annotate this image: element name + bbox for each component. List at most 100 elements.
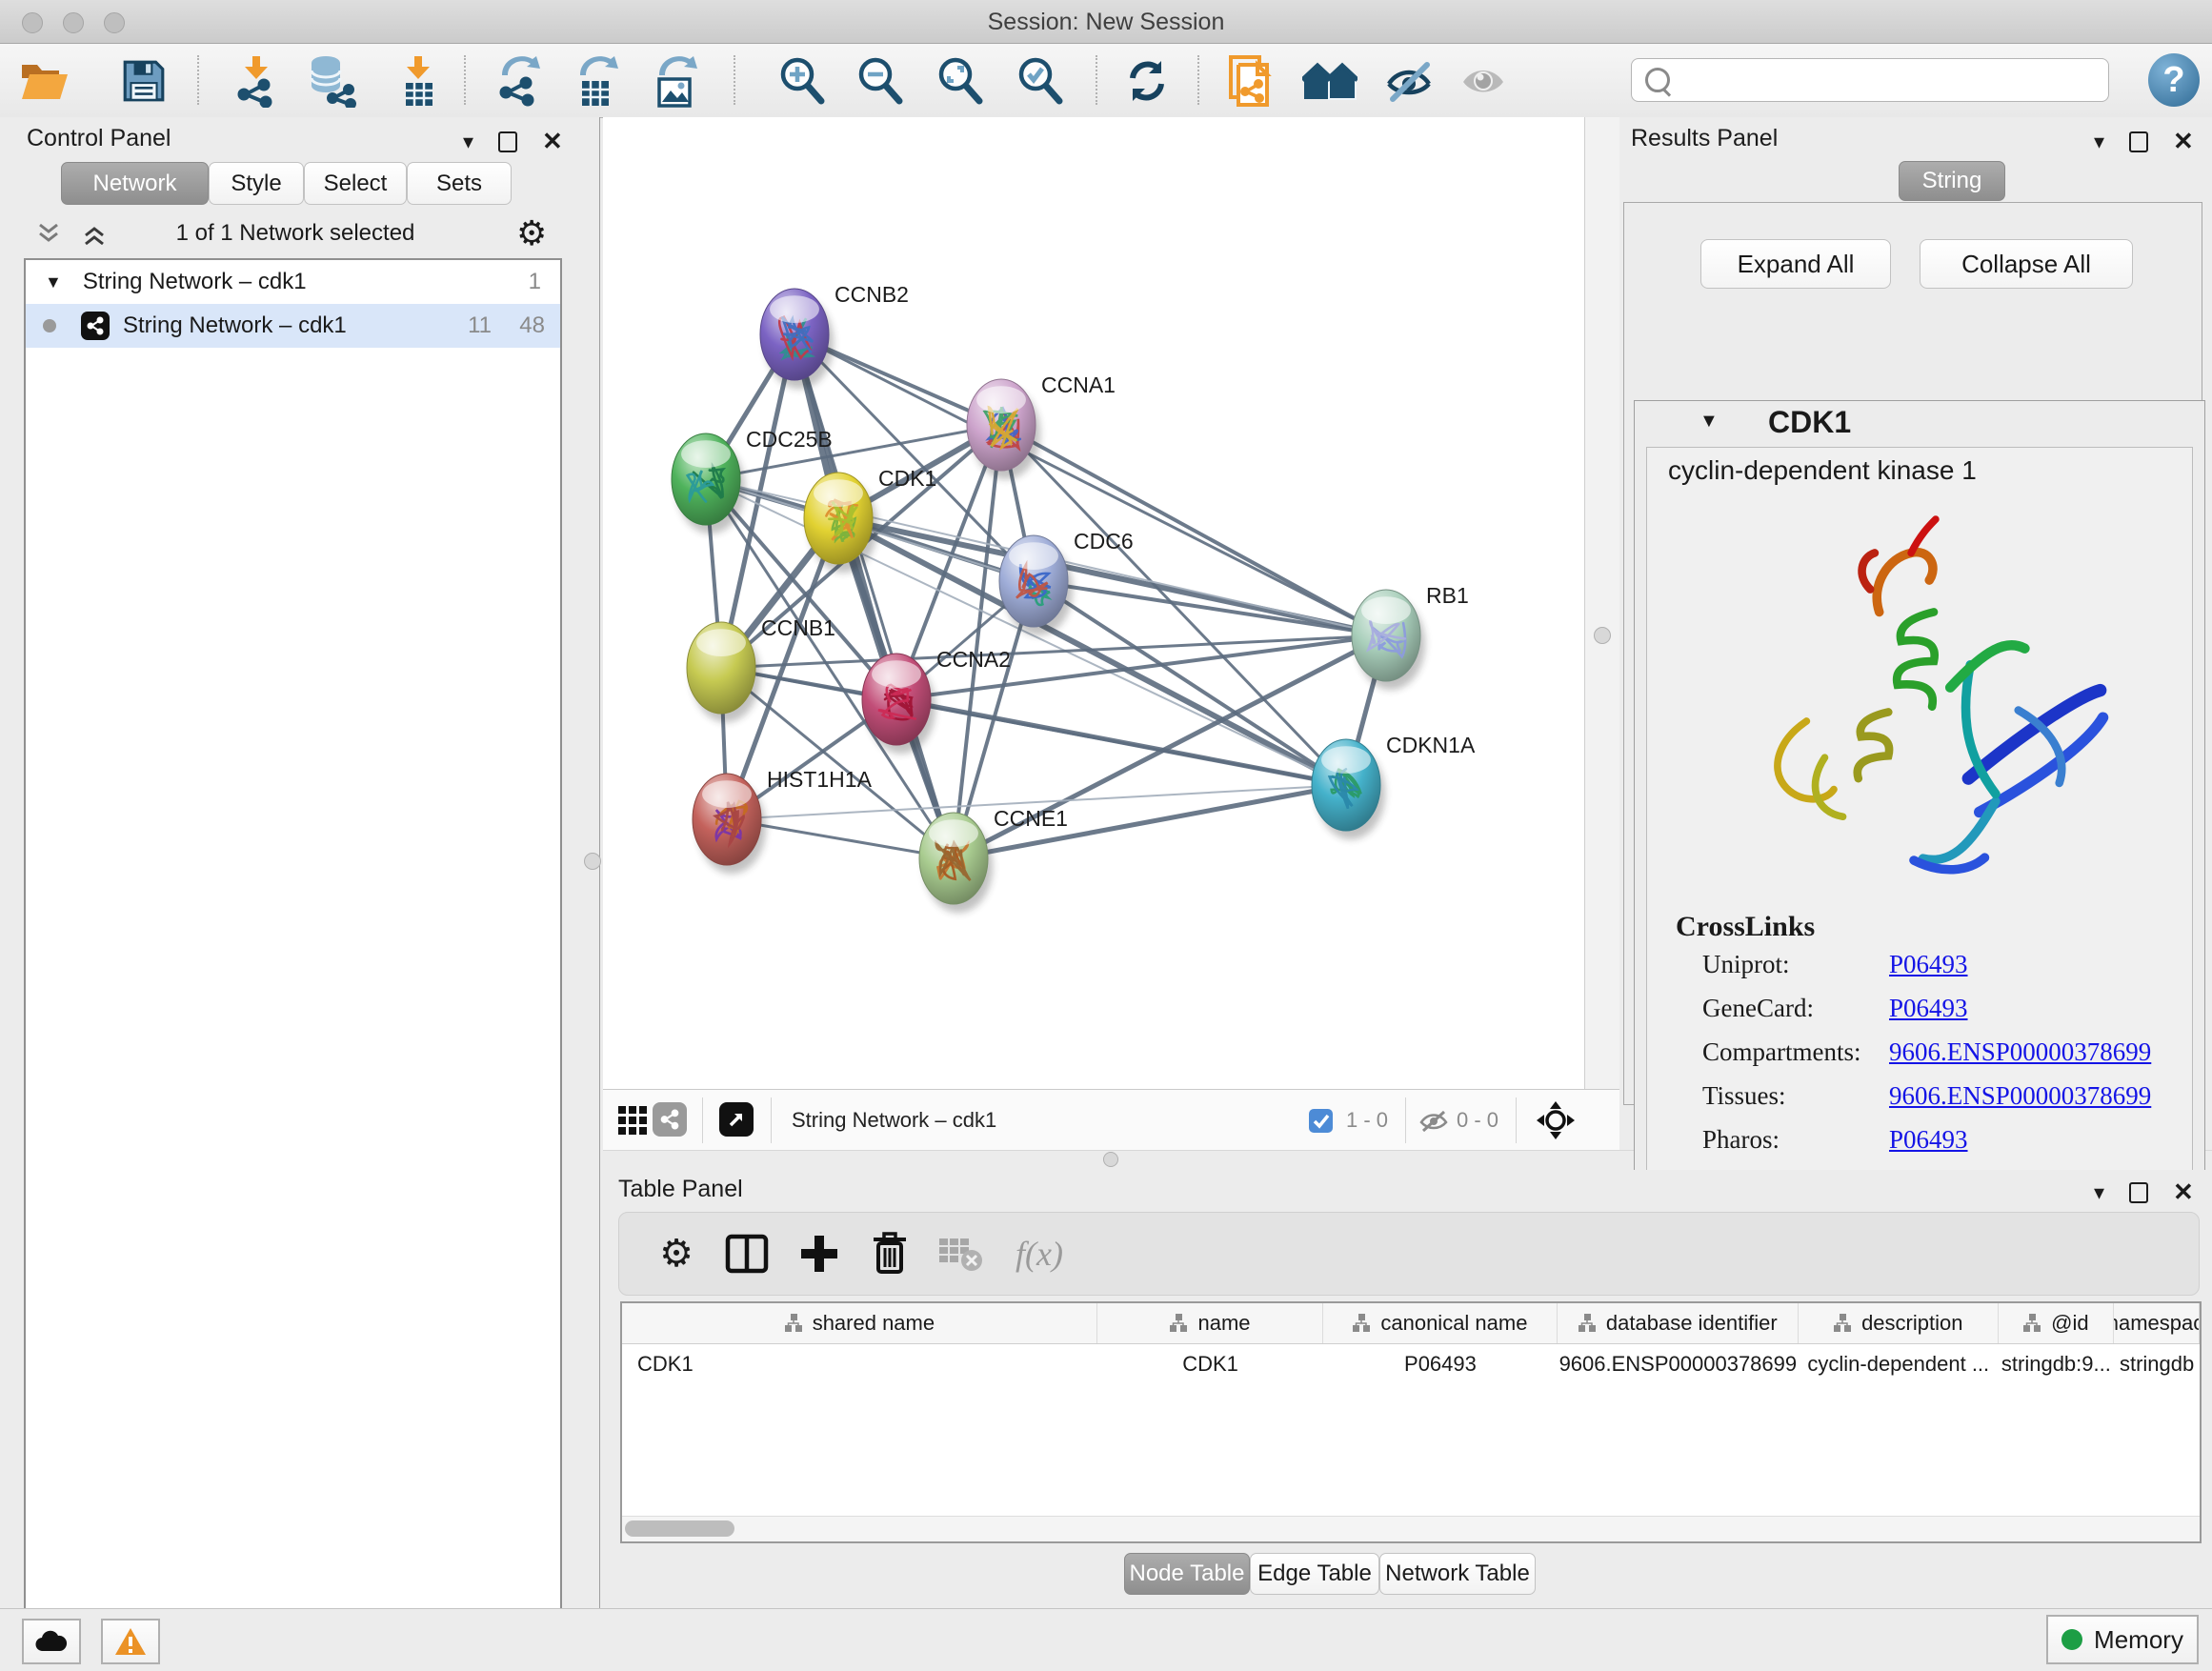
table-panel: Table Panel ▾ ✕ ⚙ f(x) shared namenameca… <box>603 1170 2212 1608</box>
tab-edge-table[interactable]: Edge Table <box>1250 1553 1379 1595</box>
column-header--id[interactable]: @id <box>1999 1303 2115 1343</box>
panel-maximize-icon[interactable] <box>2129 1182 2148 1203</box>
tab-network-table[interactable]: Network Table <box>1379 1553 1536 1595</box>
first-neighbors-icon[interactable] <box>1302 53 1357 109</box>
import-network-file-icon[interactable] <box>229 53 284 109</box>
panel-maximize-icon[interactable] <box>2129 131 2148 152</box>
expand-all-button[interactable]: Expand All <box>1700 239 1891 289</box>
memory-button[interactable]: Memory <box>2046 1615 2199 1664</box>
expand-all-icon[interactable] <box>82 222 107 247</box>
network-node-CCNA1[interactable]: CCNA1 <box>967 372 1116 479</box>
table-cell[interactable]: CDK1 <box>1097 1344 1323 1384</box>
save-session-icon[interactable] <box>116 53 171 109</box>
panel-maximize-icon[interactable] <box>498 131 517 152</box>
column-header-database-identifier[interactable]: database identifier <box>1558 1303 1799 1343</box>
column-header-namespace[interactable]: namespace <box>2114 1303 2200 1343</box>
function-builder-icon[interactable]: f(x) <box>996 1213 1082 1295</box>
tab-select[interactable]: Select <box>304 162 407 205</box>
network-options-gear-icon[interactable]: ⚙ <box>516 214 547 253</box>
open-session-icon[interactable] <box>16 53 71 109</box>
column-header-description[interactable]: description <box>1799 1303 1999 1343</box>
zoom-selected-icon[interactable] <box>1013 53 1068 109</box>
network-node-CCNB1[interactable]: CCNB1 <box>687 615 835 722</box>
column-header-name[interactable]: name <box>1097 1303 1323 1343</box>
table-row[interactable]: CDK1CDK1P064939606.ENSP00000378699cyclin… <box>622 1344 2200 1384</box>
export-table-icon[interactable] <box>569 53 624 109</box>
delete-column-trash-icon[interactable] <box>861 1213 918 1295</box>
tab-node-table[interactable]: Node Table <box>1124 1553 1250 1595</box>
network-node-CDC6[interactable]: CDC6 <box>999 529 1134 635</box>
zoom-fit-icon[interactable] <box>933 53 988 109</box>
grid-view-icon[interactable] <box>616 1104 649 1141</box>
create-column-icon[interactable] <box>791 1213 848 1295</box>
network-edge[interactable] <box>721 635 1386 668</box>
table-cell[interactable]: stringdb:9... <box>1999 1344 2115 1384</box>
table-cell[interactable]: 9606.ENSP00000378699 <box>1558 1344 1799 1384</box>
search-input[interactable] <box>1678 67 2108 93</box>
panel-close-icon[interactable]: ✕ <box>2173 1178 2194 1207</box>
new-network-from-selection-icon[interactable] <box>1221 53 1277 109</box>
network-node-CCNE1[interactable]: CCNE1 <box>919 806 1068 913</box>
export-image-icon[interactable] <box>648 53 703 109</box>
crosslink-link[interactable]: 9606.ENSP00000378699 <box>1889 1037 2151 1066</box>
panel-float-icon[interactable]: ▾ <box>2094 1180 2104 1205</box>
network-node-RB1[interactable]: RB1 <box>1352 583 1469 690</box>
string-view-icon[interactable] <box>653 1102 687 1137</box>
selected-checkbox-icon[interactable] <box>1308 1108 1334 1138</box>
table-cell[interactable]: P06493 <box>1323 1344 1557 1384</box>
export-network-icon[interactable] <box>491 53 546 109</box>
crosslink-link[interactable]: P06493 <box>1889 950 1968 978</box>
network-collection-row[interactable]: ▼ String Network – cdk1 1 <box>26 260 560 304</box>
node-label: RB1 <box>1426 583 1469 608</box>
panel-close-icon[interactable]: ✕ <box>542 127 563 156</box>
collapse-all-button[interactable]: Collapse All <box>1920 239 2133 289</box>
table-cell[interactable]: cyclin-dependent ... <box>1799 1344 1998 1384</box>
table-cell[interactable]: CDK1 <box>622 1344 1097 1384</box>
right-splitter-handle[interactable] <box>1594 627 1611 644</box>
collapse-all-icon[interactable] <box>36 222 61 247</box>
tab-string[interactable]: String <box>1899 161 2005 201</box>
network-node-CDKN1A[interactable]: CDKN1A <box>1312 733 1476 839</box>
entry-collapse-icon[interactable]: ▼ <box>1699 411 1719 433</box>
show-columns-icon[interactable] <box>718 1213 775 1295</box>
help-button[interactable]: ? <box>2148 53 2200 107</box>
show-all-icon[interactable] <box>1456 53 1511 109</box>
network-canvas-svg[interactable]: CCNB2CCNA1CDC25BCDK1CDC6RB1CCNB1CCNA2CDK… <box>603 117 1584 1089</box>
left-splitter-handle[interactable] <box>584 853 601 870</box>
bottom-splitter-handle[interactable] <box>1103 1152 1118 1167</box>
node-label: CCNB1 <box>761 615 835 640</box>
network-view[interactable]: CCNB2CCNA1CDC25BCDK1CDC6RB1CCNB1CCNA2CDK… <box>603 117 1584 1089</box>
table-horizontal-scrollbar[interactable] <box>622 1516 2200 1541</box>
panel-float-icon[interactable]: ▾ <box>463 130 473 154</box>
cloud-icon <box>34 1630 69 1653</box>
selected-count: 1 - 0 <box>1346 1090 1388 1151</box>
tab-network[interactable]: Network <box>61 162 209 205</box>
table-cell[interactable]: stringdb <box>2114 1344 2200 1384</box>
panel-close-icon[interactable]: ✕ <box>2173 127 2194 156</box>
tab-style[interactable]: Style <box>209 162 304 205</box>
crosslink-link[interactable]: P06493 <box>1889 1125 1968 1154</box>
tab-sets[interactable]: Sets <box>407 162 512 205</box>
import-network-database-icon[interactable] <box>304 53 359 109</box>
hide-selected-icon[interactable] <box>1381 53 1437 109</box>
delete-table-icon[interactable] <box>932 1213 989 1295</box>
cloud-status-button[interactable] <box>22 1619 81 1664</box>
network-row-selected[interactable]: String Network – cdk1 11 48 <box>26 304 560 348</box>
import-table-file-icon[interactable] <box>391 53 446 109</box>
zoom-out-icon[interactable] <box>853 53 908 109</box>
table-panel-title: Table Panel <box>618 1176 743 1203</box>
panel-float-icon[interactable]: ▾ <box>2094 130 2104 154</box>
crosslink-link[interactable]: 9606.ENSP00000378699 <box>1889 1081 2151 1110</box>
zoom-in-icon[interactable] <box>774 53 830 109</box>
refresh-icon[interactable] <box>1119 53 1175 109</box>
detach-view-icon[interactable] <box>719 1102 754 1137</box>
scrollbar-thumb[interactable] <box>625 1520 734 1537</box>
warnings-button[interactable] <box>101 1619 160 1664</box>
collection-expand-icon[interactable]: ▼ <box>45 272 62 292</box>
network-node-HIST1H1A[interactable]: HIST1H1A <box>693 767 873 874</box>
crosslink-link[interactable]: P06493 <box>1889 994 1968 1022</box>
column-header-shared-name[interactable]: shared name <box>622 1303 1097 1343</box>
birds-eye-navigator-icon[interactable] <box>1535 1099 1577 1146</box>
table-settings-gear-icon[interactable]: ⚙ <box>648 1213 705 1295</box>
column-header-canonical-name[interactable]: canonical name <box>1323 1303 1557 1343</box>
